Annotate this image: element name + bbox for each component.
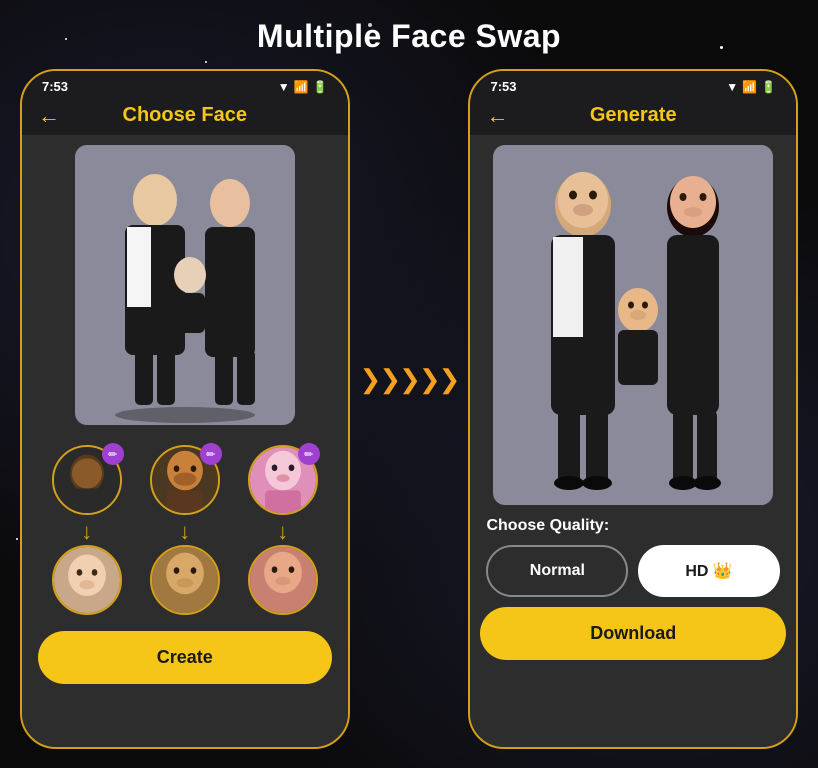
right-status-bar: 7:53 ▼ 📶 🔋: [470, 71, 796, 98]
right-status-time: 7:53: [490, 79, 516, 94]
right-phone-content: Choose Quality: Normal HD 👑 Download: [470, 135, 796, 747]
quality-section: Choose Quality: Normal HD 👑: [480, 517, 786, 597]
create-button[interactable]: Create: [38, 631, 332, 684]
right-wifi-icon: 📶: [742, 80, 757, 94]
left-back-button[interactable]: ←: [38, 103, 60, 129]
arrow-3: ↓: [277, 521, 288, 543]
left-phone-content: ✏ ↓: [22, 135, 348, 747]
face-target-1: [52, 545, 122, 615]
face-source-1[interactable]: ✏: [52, 445, 122, 515]
right-signal-icon: ▼: [726, 80, 738, 94]
face-col-1: ✏ ↓: [52, 445, 122, 615]
left-status-icons: ▼ 📶 🔋: [278, 80, 328, 94]
face-source-3[interactable]: ✏: [248, 445, 318, 515]
signal-icon: ▼: [278, 80, 290, 94]
family-photo-right: [493, 145, 773, 505]
face-col-3: ✏ ↓: [248, 445, 318, 615]
right-status-icons: ▼ 📶 🔋: [726, 80, 776, 94]
face-target-2: [150, 545, 220, 615]
face-top-row: ✏ ↓: [42, 445, 328, 615]
quality-buttons: Normal HD 👑: [486, 545, 780, 597]
right-battery-icon: 🔋: [761, 80, 776, 94]
face-target-3: [248, 545, 318, 615]
family-photo-left: [75, 145, 295, 425]
right-main-photo: [493, 145, 773, 505]
face-edit-1[interactable]: ✏: [102, 443, 124, 465]
face-col-2: ✏ ↓: [150, 445, 220, 615]
face-edit-2[interactable]: ✏: [200, 443, 222, 465]
right-header-title: Generate: [590, 104, 677, 127]
left-main-photo: [75, 145, 295, 425]
left-status-time: 7:53: [42, 79, 68, 94]
right-phone: 7:53 ▼ 📶 🔋 ← Generate: [468, 69, 798, 749]
face-source-2[interactable]: ✏: [150, 445, 220, 515]
battery-icon: 🔋: [313, 80, 328, 94]
wifi-icon: 📶: [294, 80, 309, 94]
download-button[interactable]: Download: [480, 607, 786, 660]
baby-svg: [54, 547, 120, 613]
right-header: ← Generate: [470, 98, 796, 135]
face-rows: ✏ ↓: [22, 445, 348, 615]
left-header: ← Choose Face: [22, 98, 348, 135]
left-header-title: Choose Face: [123, 104, 247, 127]
man-svg: [152, 547, 218, 613]
arrow-2: ↓: [179, 521, 190, 543]
quality-normal-button[interactable]: Normal: [486, 545, 628, 597]
quality-hd-button[interactable]: HD 👑: [638, 545, 780, 597]
arrow-between-phones: ❯❯❯❯❯: [350, 364, 469, 395]
right-back-button[interactable]: ←: [486, 103, 508, 129]
phones-container: 7:53 ▼ 📶 🔋 ← Choose Face: [0, 69, 818, 749]
woman-svg: [250, 547, 316, 613]
page-title: Multiple Face Swap: [0, 0, 818, 69]
left-status-bar: 7:53 ▼ 📶 🔋: [22, 71, 348, 98]
left-phone: 7:53 ▼ 📶 🔋 ← Choose Face: [20, 69, 350, 749]
quality-label: Choose Quality:: [486, 517, 780, 535]
face-edit-3[interactable]: ✏: [298, 443, 320, 465]
arrow-1: ↓: [81, 521, 92, 543]
